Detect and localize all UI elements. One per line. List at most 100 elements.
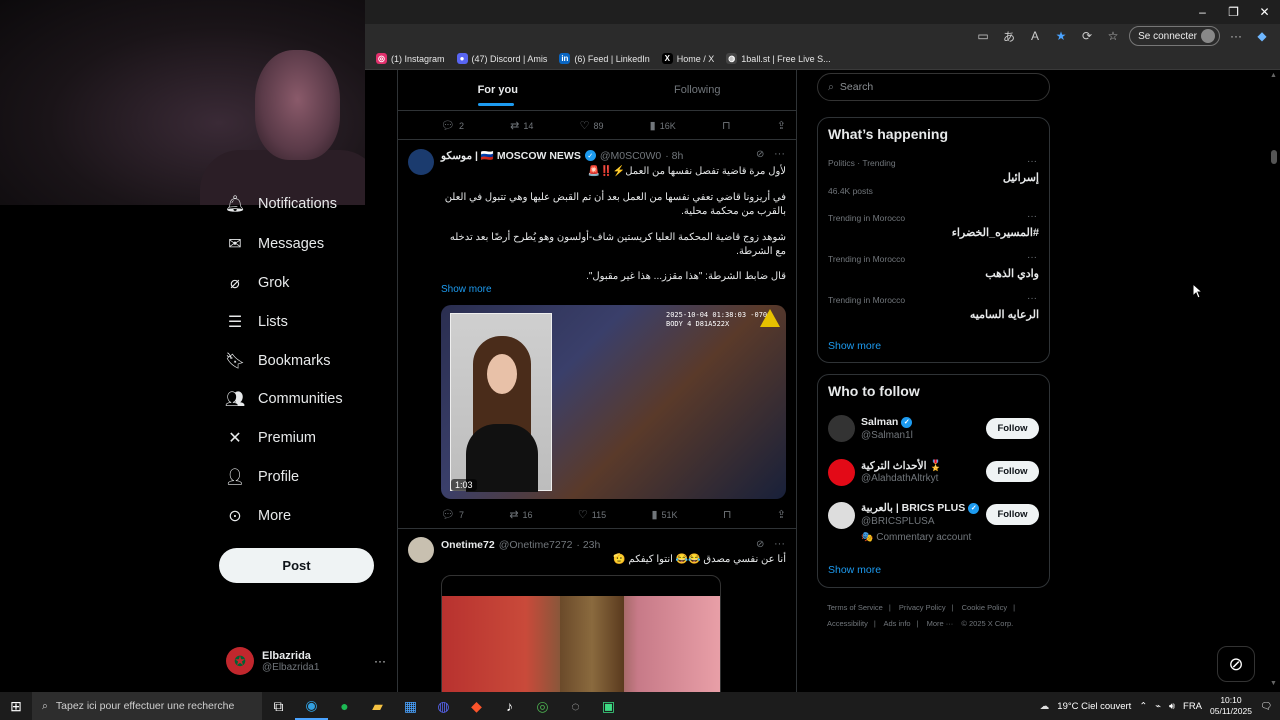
more-dots-icon[interactable]: ··· (774, 148, 785, 160)
follow-button[interactable]: Follow (986, 418, 1039, 439)
show-more-link[interactable]: Show more (828, 564, 881, 576)
like-button[interactable]: ♡ 89 (580, 119, 604, 132)
post-button[interactable]: Post (219, 548, 374, 583)
tweet-video[interactable]: 2025-10-04 01:38:03 -0700 BODY 4 D81A522X… (441, 305, 786, 499)
share-button[interactable]: ⇪ (777, 119, 786, 132)
bookmark-1ball[interactable]: ◍ 1ball.st | Free Live S... (726, 53, 831, 64)
grok-button[interactable]: ⊘ (1217, 646, 1255, 682)
avatar[interactable] (408, 537, 434, 563)
footer-link[interactable]: Privacy Policy (899, 603, 946, 612)
nav-lists[interactable]: ☰ Lists (226, 307, 288, 337)
page-scrollbar[interactable]: ▲ ▼ (1268, 70, 1280, 692)
nav-messages[interactable]: ✉ Messages (226, 229, 324, 259)
share-button[interactable]: ⇪ (777, 508, 786, 521)
avatar[interactable] (828, 459, 855, 486)
tweet-time[interactable]: · 8h (665, 150, 683, 162)
tweet-author-handle[interactable]: @Onetime7272 (499, 539, 573, 551)
nav-premium[interactable]: ✕ Premium (226, 423, 316, 453)
scroll-thumb[interactable] (1271, 150, 1277, 164)
more-dots-icon[interactable]: ··· (374, 654, 386, 668)
more-dots-icon[interactable]: ··· (1027, 156, 1037, 167)
browser-menu-icon[interactable]: ··· (1226, 26, 1246, 46)
views-button[interactable]: ▮ 51K (651, 508, 677, 521)
follow-suggestion-name[interactable]: الأحداث التركية 🎖️ (861, 459, 943, 472)
bookmark-button[interactable]: ⊓ (722, 119, 731, 132)
show-more-link[interactable]: Show more (441, 284, 492, 295)
nav-grok[interactable]: ⌀ Grok (226, 268, 289, 298)
translate-icon[interactable]: あ (999, 26, 1019, 46)
repost-button[interactable]: ⇄ 16 (509, 508, 532, 521)
views-button[interactable]: ▮ 16K (650, 119, 676, 132)
footer-more-link[interactable]: More ··· (927, 619, 954, 628)
chrome-icon[interactable]: ◎ (526, 692, 559, 720)
nav-more[interactable]: ⊙ More (226, 501, 291, 531)
nav-bookmarks[interactable]: 🔖︎ Bookmarks (225, 346, 331, 376)
follow-button[interactable]: Follow (986, 504, 1039, 525)
nav-communities[interactable]: 👥︎ Communities (225, 384, 343, 414)
app-icon[interactable]: ▣ (592, 692, 625, 720)
avatar[interactable] (828, 502, 855, 529)
trend-item[interactable]: #المسيره_الخضراء (952, 226, 1039, 239)
tab-for-you[interactable]: For you (398, 70, 598, 110)
bookmark-discord[interactable]: ● (47) Discord | Amis (456, 53, 547, 64)
weather-text[interactable]: 19°C Ciel couvert (1057, 701, 1131, 712)
trend-item[interactable]: الرعايه الساميه (970, 308, 1039, 321)
tweet-author-name[interactable]: موسكو | 🇷🇺 MOSCOW NEWS (441, 149, 581, 162)
footer-link[interactable]: Ads info (883, 619, 910, 628)
taskbar-search[interactable]: ⌕ Tapez ici pour effectuer une recherche (32, 692, 262, 720)
read-aloud-icon[interactable]: A (1025, 26, 1045, 46)
avatar[interactable] (828, 415, 855, 442)
chevron-up-icon[interactable]: ⌃ (1139, 701, 1147, 712)
volume-icon[interactable]: 🔊︎ (1169, 701, 1175, 712)
grok-explain-icon[interactable]: ⊘ (756, 539, 764, 550)
search-input[interactable] (839, 81, 1030, 93)
split-screen-icon[interactable]: ▭ (973, 26, 993, 46)
restore-button[interactable]: ❐ (1218, 0, 1249, 24)
clock[interactable]: 10:10 05/11/2025 (1210, 695, 1252, 717)
spotify-icon[interactable]: ● (328, 692, 361, 720)
search-box[interactable]: ⌕ (817, 73, 1050, 101)
repost-button[interactable]: ⇄ 14 (510, 119, 533, 132)
network-icon[interactable]: ⌁ (1155, 701, 1161, 712)
refresh-icon[interactable]: ⟳ (1077, 26, 1097, 46)
reply-button[interactable]: 💬︎ 2 (441, 119, 464, 132)
nav-profile[interactable]: 👤︎ Profile (225, 462, 299, 492)
more-dots-icon[interactable]: ··· (1027, 293, 1037, 304)
more-dots-icon[interactable]: ··· (1027, 252, 1037, 263)
task-view-icon[interactable]: ⧉ (262, 692, 295, 720)
follow-suggestion-name[interactable]: بالعربية | BRICS PLUS ✓ (861, 502, 980, 514)
trend-item[interactable]: وادي الذهب (985, 267, 1039, 280)
windows-start-icon[interactable]: ⊞ (0, 692, 32, 720)
scroll-up-icon[interactable]: ▲ (1270, 72, 1277, 79)
trend-item[interactable]: إسرائيل (1003, 171, 1039, 184)
minimize-button[interactable]: – (1187, 0, 1218, 24)
tweet-author-handle[interactable]: @M0SC0W0 (600, 150, 661, 162)
bookmark-instagram[interactable]: ◎ (1) Instagram (376, 53, 445, 64)
bookmark-button[interactable]: ⊓ (723, 508, 732, 521)
tweet-time[interactable]: · 23h (576, 539, 600, 551)
language-indicator[interactable]: FRA (1183, 701, 1202, 712)
more-dots-icon[interactable]: ··· (1027, 211, 1037, 222)
tiktok-icon[interactable]: ♪ (493, 692, 526, 720)
bookmark-linkedin[interactable]: in (6) Feed | LinkedIn (559, 53, 650, 64)
footer-link[interactable]: Terms of Service (827, 603, 883, 612)
tweet-author-name[interactable]: Onetime72 (441, 539, 495, 551)
grok-explain-icon[interactable]: ⊘ (756, 149, 764, 160)
reply-button[interactable]: 💬︎ 7 (441, 508, 464, 521)
account-switcher[interactable]: ✪ Elbazrida @Elbazrida1 ··· (226, 645, 386, 677)
copilot-icon[interactable]: ◆ (1252, 26, 1272, 46)
brave-icon[interactable]: ◆ (460, 692, 493, 720)
favorite-star-icon[interactable]: ★ (1051, 26, 1071, 46)
notifications-icon[interactable]: 🗨︎ (1260, 701, 1272, 712)
footer-link[interactable]: Accessibility (827, 619, 868, 628)
show-more-link[interactable]: Show more (828, 340, 881, 352)
close-window-button[interactable]: ✕ (1249, 0, 1280, 24)
favorites-list-icon[interactable]: ☆ (1103, 26, 1123, 46)
discord-icon[interactable]: ◍ (427, 692, 460, 720)
tab-following[interactable]: Following (598, 70, 797, 110)
like-button[interactable]: ♡ 115 (578, 508, 606, 521)
follow-button[interactable]: Follow (986, 461, 1039, 482)
tweet-video[interactable] (441, 575, 721, 692)
signin-button[interactable]: Se connecter (1129, 26, 1220, 46)
follow-suggestion-name[interactable]: Salman ✓ (861, 416, 913, 428)
